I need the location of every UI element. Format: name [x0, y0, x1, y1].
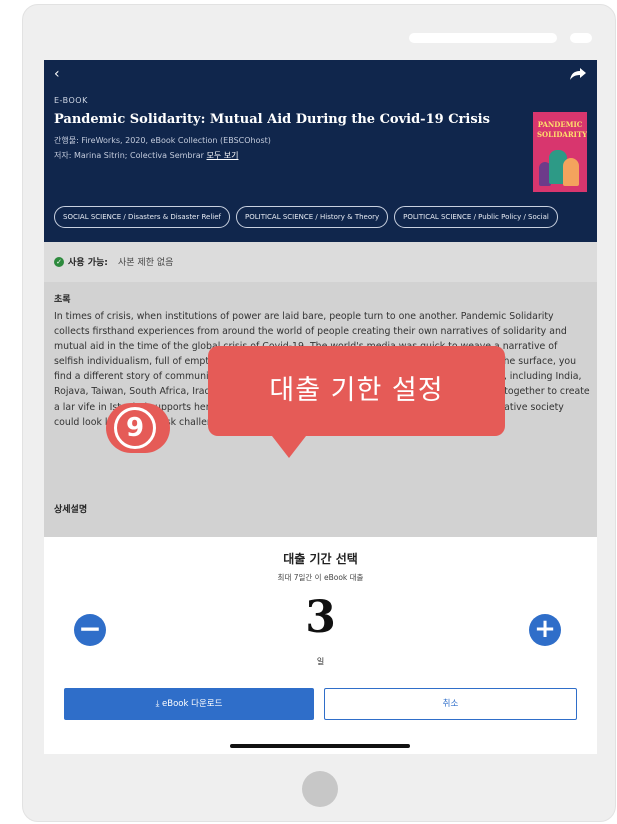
- book-header: ‹ E-BOOK Pandemic Solidarity: Mutual Aid…: [44, 60, 597, 242]
- loan-days-unit: 일: [316, 657, 325, 666]
- sheet-title: 대출 기간 선택: [283, 552, 358, 566]
- book-title: Pandemic Solidarity: Mutual Aid During t…: [54, 112, 490, 127]
- availability-value: 사본 제한 없음: [118, 258, 174, 268]
- book-cover-image[interactable]: PANDEMIC SOLIDARITY: [533, 112, 587, 192]
- chevron-left-icon[interactable]: ‹: [54, 66, 60, 82]
- download-ebook-button[interactable]: ⤓ eBook 다운로드: [64, 688, 314, 720]
- availability-label: 사용 가능:: [68, 258, 108, 268]
- subject-chip[interactable]: POLITICAL SCIENCE / Public Policy / Soci…: [394, 206, 558, 228]
- check-circle-icon: ✓: [54, 257, 64, 267]
- home-button[interactable]: [302, 771, 338, 807]
- camera-dot: [570, 33, 592, 43]
- author-names: 저자: Marina Sitrin; Colectiva Sembrar: [54, 151, 207, 160]
- loan-period-tooltip: 대출 기한 설정: [208, 346, 505, 436]
- author-info: 저자: Marina Sitrin; Colectiva Sembrar 모두 …: [54, 150, 239, 161]
- subject-chip[interactable]: POLITICAL SCIENCE / History & Theory: [236, 206, 389, 228]
- share-arrow-icon[interactable]: [569, 66, 587, 82]
- loan-days-value: 3: [305, 592, 336, 643]
- home-indicator: [230, 744, 410, 748]
- loan-period-sheet: 대출 기간 선택 최대 7일간 이 eBook 대출 − 3 + 일 ⤓ eBo…: [44, 537, 597, 754]
- subject-chip[interactable]: SOCIAL SCIENCE / Disasters & Disaster Re…: [54, 206, 230, 228]
- see-all-authors-link[interactable]: 모두 보기: [207, 151, 239, 160]
- availability-bar: ✓ 사용 가능: 사본 제한 없음: [44, 242, 597, 282]
- sheet-subtitle: 최대 7일간 이 eBook 대출: [277, 573, 364, 582]
- publisher-info: 간행물: FireWorks, 2020, eBook Collection (…: [54, 136, 271, 145]
- cancel-button[interactable]: 취소: [324, 688, 577, 720]
- cover-figure: [563, 158, 579, 186]
- abstract-heading: 초록: [54, 295, 71, 305]
- subject-chips: SOCIAL SCIENCE / Disasters & Disaster Re…: [54, 206, 558, 228]
- speaker-grille: [409, 33, 557, 43]
- detail-heading: 상세설명: [54, 505, 88, 515]
- content-type-label: E-BOOK: [54, 96, 88, 105]
- step-number: 9: [114, 407, 156, 449]
- step-badge: 9: [106, 403, 170, 453]
- cover-title: PANDEMIC SOLIDARITY: [537, 120, 587, 139]
- tooltip-arrow: [272, 436, 306, 458]
- increase-days-button[interactable]: +: [529, 614, 561, 646]
